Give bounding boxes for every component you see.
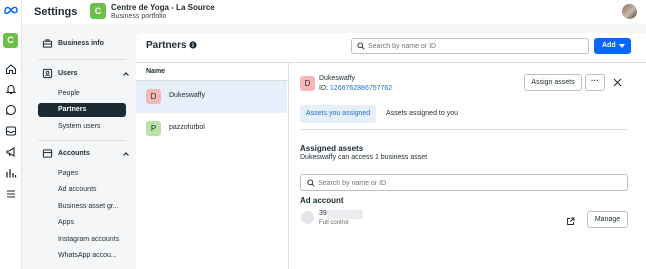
- partner-avatar: P: [146, 121, 161, 136]
- user-avatar[interactable]: [622, 4, 637, 19]
- portfolio-avatar-rail[interactable]: C: [3, 33, 18, 48]
- column-header-name: Name: [146, 68, 166, 75]
- sidebar-item-label: Business info: [58, 40, 104, 47]
- sidebar-item-instagram-accounts[interactable]: Instagram accounts: [38, 233, 126, 247]
- add-button-label: Add: [602, 42, 616, 49]
- partner-name: Dukeswaffy: [319, 75, 356, 82]
- close-icon[interactable]: [613, 78, 622, 87]
- sidebar-section-users[interactable]: Users: [36, 67, 136, 81]
- briefcase-icon: [42, 39, 53, 48]
- ad-account-name: 39: [319, 210, 327, 217]
- search-icon: [357, 42, 365, 50]
- caret-down-icon: [619, 44, 625, 48]
- ad-account-permission: Full control: [319, 220, 349, 226]
- assign-assets-button[interactable]: Assign assets: [524, 74, 582, 91]
- id-label: ID:: [319, 85, 328, 92]
- sidebar-item-apps[interactable]: Apps: [38, 216, 126, 230]
- icon-rail: C: [0, 0, 22, 269]
- asset-search-input[interactable]: [318, 177, 618, 189]
- menu-icon[interactable]: [5, 188, 17, 200]
- redacted-account-name: [327, 210, 363, 219]
- page-title: Settings: [34, 6, 78, 18]
- partner-avatar: D: [300, 76, 315, 91]
- megaphone-icon[interactable]: [5, 146, 17, 158]
- assigned-assets-heading: Assigned assets: [300, 144, 364, 153]
- partner-name: Dukeswaffy: [169, 92, 206, 99]
- more-options-button[interactable]: ···: [585, 74, 605, 91]
- users-icon: [42, 68, 53, 79]
- list-item[interactable]: D Dukeswaffy: [136, 81, 287, 113]
- bar-chart-icon[interactable]: [5, 167, 17, 179]
- search-icon: [307, 179, 315, 187]
- ad-account-icon: [301, 211, 314, 224]
- id-value[interactable]: 1266762886757762: [330, 85, 392, 92]
- portfolio-name[interactable]: Centre de Yoga - La Source: [111, 3, 215, 12]
- sidebar-section-label: Users: [58, 70, 78, 77]
- sidebar-item-whatsapp-accounts[interactable]: WhatsApp accou...: [38, 249, 126, 263]
- partners-panel: Partners Add Name D Dukeswaffy P pazzofu…: [136, 33, 646, 269]
- top-header: Settings C Centre de Yoga - La Source Bu…: [22, 0, 646, 24]
- manage-button[interactable]: Manage: [587, 211, 628, 228]
- divider: [300, 129, 628, 130]
- divider: [38, 140, 126, 141]
- sidebar-item-pages[interactable]: Pages: [38, 167, 126, 181]
- asset-search[interactable]: [300, 174, 628, 191]
- list-item[interactable]: P pazzofutbol: [136, 113, 287, 145]
- home-icon[interactable]: [5, 63, 17, 75]
- tab-assets-assigned-to-you[interactable]: Assets assigned to you: [380, 105, 464, 123]
- partner-detail: D Dukeswaffy ID: 1266762886757762 Assign…: [289, 62, 646, 269]
- tab-assets-you-assigned[interactable]: Assets you assigned: [300, 105, 377, 123]
- search-input[interactable]: [368, 40, 578, 52]
- sidebar-item-partners[interactable]: Partners: [38, 103, 126, 117]
- sidebar-item-people[interactable]: People: [38, 87, 126, 101]
- chevron-up-icon[interactable]: [122, 70, 130, 78]
- partner-name: pazzofutbol: [169, 124, 205, 131]
- partner-id: ID: 1266762886757762: [319, 85, 392, 92]
- info-icon[interactable]: [189, 41, 197, 49]
- bell-icon[interactable]: [5, 83, 17, 95]
- partner-avatar: D: [146, 89, 161, 104]
- sidebar-section-label: Accounts: [58, 150, 90, 157]
- settings-sidebar: Business info Users People Partners Syst…: [22, 24, 136, 269]
- sidebar-item-business-info[interactable]: Business info: [36, 37, 136, 51]
- partners-list: Name D Dukeswaffy P pazzofutbol: [136, 62, 288, 269]
- sidebar-section-accounts[interactable]: Accounts: [36, 147, 136, 161]
- sidebar-item-system-users[interactable]: System users: [38, 120, 126, 134]
- external-link-icon[interactable]: [566, 217, 575, 226]
- portfolio-type: Business portfolio: [111, 13, 167, 20]
- meta-logo-icon[interactable]: [3, 5, 19, 15]
- partner-search[interactable]: [351, 38, 589, 54]
- portfolio-avatar[interactable]: C: [90, 3, 106, 19]
- chevron-up-icon[interactable]: [122, 150, 130, 158]
- accounts-icon: [42, 149, 53, 158]
- add-button[interactable]: Add: [594, 38, 631, 54]
- sidebar-item-ad-accounts[interactable]: Ad accounts: [38, 183, 126, 197]
- inbox-icon[interactable]: [5, 125, 17, 137]
- sidebar-item-business-asset-groups[interactable]: Business asset gr...: [38, 200, 126, 214]
- ad-account-heading: Ad account: [300, 196, 344, 205]
- section-title: Partners: [146, 40, 187, 51]
- chat-icon[interactable]: [5, 104, 17, 116]
- divider: [38, 59, 126, 60]
- assigned-assets-summary: Dukeswaffy can access 1 business asset: [300, 154, 428, 161]
